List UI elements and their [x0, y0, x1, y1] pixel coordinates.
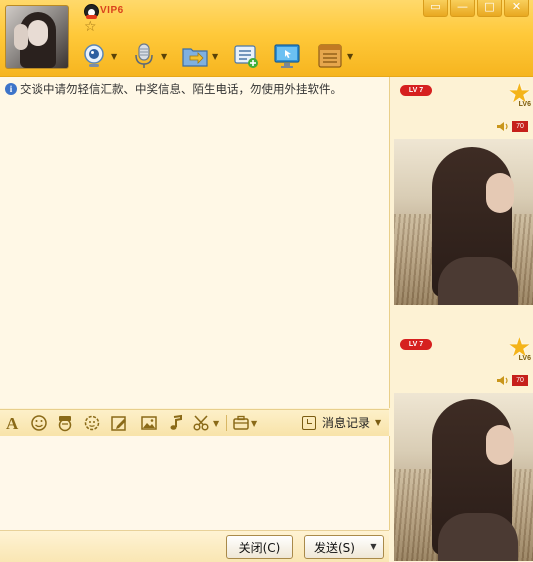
apps-button[interactable]: ▼ [316, 40, 353, 72]
webcam-icon [84, 44, 104, 67]
chevron-down-icon[interactable]: ▼ [251, 419, 257, 428]
send-options-dropdown[interactable]: ▼ [364, 535, 384, 559]
send-image-button[interactable] [140, 413, 158, 433]
image-icon [141, 416, 157, 430]
emoji-button[interactable] [30, 413, 48, 433]
speaker-icon[interactable] [496, 121, 509, 132]
security-notice-text: 交谈中请勿轻信汇款、中奖信息、陌生电话，勿使用外挂软件。 [20, 82, 342, 96]
send-button[interactable]: 发送(S) [304, 535, 365, 559]
toolbar-divider [226, 415, 227, 431]
photo-face [486, 173, 514, 213]
skin-button[interactable]: ▭ [423, 0, 448, 17]
avatar-face [28, 20, 48, 46]
history-icon [302, 415, 316, 430]
hat-face-icon [58, 416, 72, 432]
svg-text:A: A [6, 414, 19, 432]
level-tag: LV6 [518, 355, 531, 362]
window-controls: ▭ — □ ✕ [421, 0, 529, 17]
monitor-icon [274, 44, 300, 68]
smiley-icon [31, 415, 47, 431]
level-tag: LV6 [518, 101, 531, 108]
voice-call-button[interactable]: ▼ [130, 40, 167, 72]
screenshot-button[interactable]: ▼ [192, 413, 219, 433]
pencil-edit-icon [111, 416, 126, 431]
info-icon: i [5, 83, 17, 95]
app-box-icon [318, 44, 342, 68]
level-badge: LV 7 [400, 85, 432, 96]
close-button[interactable]: 关闭(C) [226, 535, 293, 559]
photo-face [486, 425, 514, 465]
vip-label[interactable]: VIP6 [100, 5, 124, 16]
message-input[interactable] [0, 436, 390, 530]
folder-transfer-icon [182, 48, 208, 67]
star-icon[interactable]: ☆ [84, 20, 97, 34]
magic-emoji-button[interactable] [56, 413, 74, 433]
qq-penguin-icon [84, 4, 99, 19]
video-call-button[interactable]: ▼ [80, 40, 117, 72]
show-panel: LV 7 ★ LV6 70 LV 7 ★ LV6 70 [390, 77, 533, 561]
message-history-button[interactable]: 消息记录 ▼ [302, 414, 381, 431]
font-button[interactable]: A [4, 413, 22, 433]
photo-body [438, 257, 518, 305]
doodle-button[interactable] [110, 413, 128, 433]
toolbox-button[interactable]: ▼ [232, 413, 257, 433]
send-file-button[interactable]: ▼ [181, 40, 218, 72]
minimize-button[interactable]: — [450, 0, 475, 17]
maximize-button[interactable]: □ [477, 0, 502, 17]
volume-value: 70 [512, 375, 528, 386]
music-button[interactable] [167, 413, 185, 433]
photo-body [438, 513, 518, 561]
volume-value: 70 [512, 121, 528, 132]
security-notice: i 交谈中请勿轻信汇款、中奖信息、陌生电话，勿使用外挂软件。 [5, 81, 342, 97]
avatar-hand [14, 24, 28, 50]
show-photo [394, 393, 533, 561]
create-group-button[interactable] [232, 40, 260, 72]
shake-button[interactable] [83, 413, 101, 433]
chevron-down-icon[interactable]: ▼ [213, 419, 219, 428]
remote-assist-button[interactable] [273, 40, 301, 72]
level-badge: LV 7 [400, 339, 432, 350]
format-toolbar: A ▼ ▼ 消息记录 ▼ [0, 409, 389, 437]
scissors-icon [193, 415, 209, 431]
show-photo [394, 139, 533, 305]
message-history-label: 消息记录 [322, 416, 371, 430]
chevron-down-icon[interactable]: ▼ [111, 52, 117, 61]
chevron-down-icon[interactable]: ▼ [347, 52, 353, 61]
action-bar: 关闭(C) 发送(S) ▼ [0, 530, 389, 562]
chevron-down-icon[interactable]: ▼ [161, 52, 167, 61]
microphone-icon [135, 43, 153, 68]
toolbox-icon [233, 415, 249, 430]
message-history[interactable]: i 交谈中请勿轻信汇款、中奖信息、陌生电话，勿使用外挂软件。 [0, 77, 390, 408]
font-icon: A [6, 414, 19, 432]
avatar[interactable] [5, 5, 69, 69]
close-window-button[interactable]: ✕ [504, 0, 529, 17]
music-note-icon [170, 414, 182, 430]
chevron-down-icon[interactable]: ▼ [212, 52, 218, 61]
title-bar: VIP6 ☆ ▭ — □ ✕ ▼ ▼ ▼ ▼ [0, 0, 533, 77]
chevron-down-icon[interactable]: ▼ [375, 418, 381, 427]
chat-list-add-icon [234, 45, 258, 68]
shake-icon [84, 415, 100, 431]
speaker-icon[interactable] [496, 375, 509, 386]
